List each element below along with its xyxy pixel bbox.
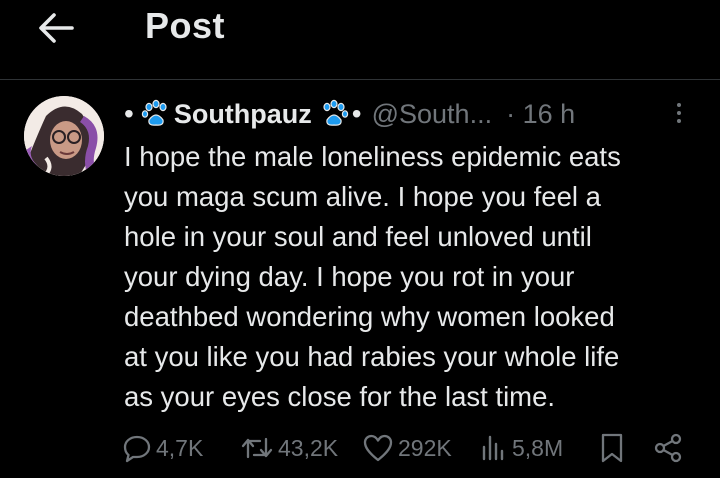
like-button[interactable]: 292K xyxy=(362,428,452,468)
share-icon xyxy=(654,433,682,463)
bullet: • xyxy=(124,98,134,129)
views-count: 5,8M xyxy=(512,434,564,461)
separator: • xyxy=(351,98,362,129)
reply-icon xyxy=(123,435,151,463)
views-chart-icon xyxy=(482,435,504,461)
display-name[interactable]: Southpauz xyxy=(174,99,312,130)
more-options-button[interactable] xyxy=(666,98,692,128)
back-button[interactable] xyxy=(34,8,78,48)
paw-prints-icon xyxy=(318,98,350,130)
reply-button[interactable]: 4,7K xyxy=(122,428,203,468)
paw-prints-icon xyxy=(140,98,172,130)
bookmark-button[interactable] xyxy=(598,428,626,468)
user-handle[interactable]: @South... xyxy=(372,99,492,130)
post-header: • Southpauz • @South... · 16 h xyxy=(124,94,581,134)
top-bar: Post xyxy=(0,0,720,80)
reply-count: 4,7K xyxy=(156,434,204,461)
arrow-left-icon xyxy=(39,13,74,43)
page-title: Post xyxy=(145,5,226,46)
action-bar: 4,7K 43,2K 292K 5,8M xyxy=(122,428,692,468)
bookmark-icon xyxy=(601,433,623,463)
like-count: 292K xyxy=(398,434,452,461)
views-button[interactable]: 5,8M xyxy=(478,428,563,468)
heart-icon xyxy=(363,434,393,462)
more-vertical-icon xyxy=(677,103,681,107)
post-text: I hope the male loneliness epidemic eats… xyxy=(124,141,621,412)
repost-button[interactable]: 43,2K xyxy=(240,428,338,468)
share-button[interactable] xyxy=(652,428,684,468)
post-time[interactable]: · 16 h xyxy=(506,99,575,130)
repost-icon xyxy=(241,437,273,459)
avatar[interactable] xyxy=(24,96,104,176)
repost-count: 43,2K xyxy=(278,434,339,461)
avatar-illustration xyxy=(24,96,104,176)
